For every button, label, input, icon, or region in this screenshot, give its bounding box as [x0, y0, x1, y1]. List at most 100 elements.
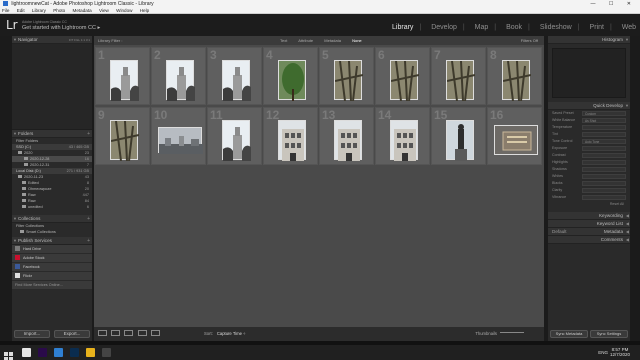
menu-file[interactable]: File — [2, 8, 9, 13]
add-service-icon[interactable]: + — [87, 237, 90, 245]
photo-grid-cell[interactable]: 2 — [151, 47, 206, 105]
add-collection-icon[interactable]: + — [87, 215, 90, 223]
survey-view-icon[interactable] — [137, 330, 147, 336]
quick-develop-control[interactable] — [582, 125, 626, 130]
module-web[interactable]: Web — [622, 24, 636, 31]
photo-thumbnail[interactable] — [389, 60, 419, 102]
quick-develop-control[interactable] — [582, 195, 626, 200]
photo-grid-cell[interactable]: 8 — [487, 47, 542, 105]
folder-item[interactable]: unedited 6 — [12, 204, 92, 210]
menu-view[interactable]: View — [99, 8, 109, 13]
thumbnail-size-slider[interactable] — [500, 332, 524, 333]
keywording-header[interactable]: Keywording ◀ — [548, 212, 630, 220]
photo-grid-cell[interactable]: 6 — [375, 47, 430, 105]
publish-service-item[interactable]: Hard Drive — [12, 245, 92, 254]
photo-thumbnail[interactable] — [333, 60, 363, 102]
histogram-header[interactable]: Histogram ▼ — [548, 36, 630, 44]
photo-grid-cell[interactable]: 11 — [207, 107, 262, 165]
system-clock[interactable]: 8:57 PM 12/7/2020 — [610, 347, 630, 357]
module-library[interactable]: Library — [392, 24, 413, 31]
windows-start-icon[interactable] — [4, 348, 13, 360]
maximize-button[interactable]: ☐ — [609, 1, 619, 7]
quick-develop-control[interactable]: Custom — [582, 111, 626, 116]
loupe-view-icon[interactable] — [111, 330, 121, 336]
metadata-preset-select[interactable]: Default — [552, 228, 567, 236]
photo-thumbnail[interactable] — [445, 120, 474, 161]
photo-grid-cell[interactable]: 16 — [487, 107, 542, 165]
module-develop[interactable]: Develop — [431, 24, 457, 31]
navigator-preview[interactable] — [12, 44, 92, 130]
premiere-taskbar-icon[interactable] — [38, 348, 47, 357]
reset-all-row[interactable]: Reset All — [548, 201, 630, 208]
photo-grid-cell[interactable]: 13 — [319, 107, 374, 165]
quick-develop-control[interactable]: As Shot — [582, 118, 626, 123]
filter-text[interactable]: Text — [280, 38, 287, 43]
photo-thumbnail[interactable] — [389, 120, 418, 161]
menu-photo[interactable]: Photo — [53, 8, 65, 13]
module-slideshow[interactable]: Slideshow — [540, 24, 572, 31]
photo-thumbnail[interactable] — [109, 120, 139, 162]
photo-grid-cell[interactable]: 3 — [207, 47, 262, 105]
thumbnail-size-control[interactable]: Thumbnails — [475, 327, 524, 341]
publish-service-item[interactable]: Facebook — [12, 263, 92, 272]
menu-metadata[interactable]: Metadata — [73, 8, 92, 13]
photo-thumbnail[interactable] — [109, 60, 139, 101]
language-indicator[interactable]: ENG — [598, 350, 608, 355]
sync-settings-button[interactable]: Sync Settings — [590, 330, 628, 338]
filter-metadata[interactable]: Metadata — [324, 38, 341, 43]
navigator-zoom-modes[interactable]: FIT FILL 1:1 3:1 — [69, 36, 90, 44]
photo-thumbnail[interactable] — [277, 120, 306, 161]
photo-thumbnail[interactable] — [221, 120, 251, 161]
photo-thumbnail[interactable] — [165, 60, 195, 101]
navigator-header[interactable]: ▼ Navigator FIT FILL 1:1 3:1 — [12, 36, 92, 44]
keyword-list-header[interactable]: Keyword List ◀ — [548, 220, 630, 228]
menu-window[interactable]: Window — [116, 8, 132, 13]
obs-taskbar-icon[interactable] — [102, 348, 111, 357]
people-view-icon[interactable] — [150, 330, 160, 336]
photo-grid-cell[interactable]: 12 — [263, 107, 318, 165]
collection-item[interactable]: Smart Collections — [12, 229, 92, 235]
photo-thumbnail[interactable] — [277, 60, 306, 101]
publish-service-item[interactable]: Flickr — [12, 272, 92, 281]
publish-service-item[interactable]: Adobe Stock — [12, 254, 92, 263]
export-button[interactable]: Export... — [54, 330, 90, 338]
get-started-link[interactable]: Get started with Lightroom CC ▸ — [22, 25, 100, 31]
quick-develop-control[interactable]: Auto Tone — [582, 139, 626, 144]
find-more-services-link[interactable]: Find More Services Online... — [12, 281, 92, 290]
close-button[interactable]: ✕ — [627, 1, 637, 7]
photo-grid-cell[interactable]: 7 — [431, 47, 486, 105]
collections-header[interactable]: ▼ Collections + — [12, 215, 92, 223]
photo-thumbnail[interactable] — [445, 60, 475, 102]
photo-thumbnail[interactable] — [493, 125, 538, 155]
photo-grid-cell[interactable]: 14 — [375, 107, 430, 165]
photo-thumbnail[interactable] — [333, 120, 362, 161]
photo-grid-cell[interactable]: 1 — [95, 47, 150, 105]
quick-develop-control[interactable] — [582, 160, 626, 165]
filter-attribute[interactable]: Attribute — [298, 38, 313, 43]
publish-services-header[interactable]: ▼ Publish Services + — [12, 237, 92, 245]
menu-help[interactable]: Help — [140, 8, 149, 13]
quick-develop-header[interactable]: Quick Develop ▼ — [548, 102, 630, 110]
window-controls[interactable]: — ☐ ✕ — [591, 0, 637, 8]
left-panel-toggle[interactable] — [0, 36, 8, 341]
module-print[interactable]: Print — [590, 24, 604, 31]
photo-grid-cell[interactable]: 4 — [263, 47, 318, 105]
filter-none[interactable]: None — [352, 38, 362, 43]
quick-develop-control[interactable] — [582, 132, 626, 137]
photo-grid-cell[interactable]: 15 — [431, 107, 486, 165]
module-map[interactable]: Map — [475, 24, 489, 31]
filters-off-dropdown[interactable]: Filters Off — [521, 36, 538, 45]
chrome-taskbar-icon[interactable] — [86, 348, 95, 357]
minimize-button[interactable]: — — [591, 1, 602, 7]
sort-control[interactable]: Sort: Capture Time ÷ — [204, 327, 245, 341]
photo-thumbnail[interactable] — [157, 127, 203, 154]
folders-header[interactable]: ▼ Folders + — [12, 130, 92, 138]
quick-develop-control[interactable] — [582, 181, 626, 186]
photo-grid-cell[interactable]: 9 — [95, 107, 150, 165]
photo-grid-cell[interactable]: 5 — [319, 47, 374, 105]
photo-thumbnail[interactable] — [221, 60, 251, 101]
vscode-taskbar-icon[interactable] — [54, 348, 63, 357]
quick-develop-control[interactable] — [582, 146, 626, 151]
photo-grid-cell[interactable]: 10 — [151, 107, 206, 165]
menu-library[interactable]: Library — [32, 8, 46, 13]
